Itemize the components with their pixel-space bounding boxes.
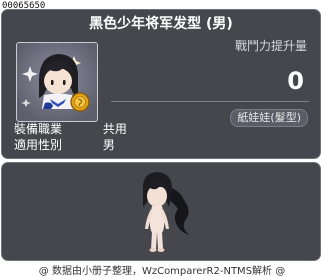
- hairstyle-character-icon: [17, 43, 97, 121]
- stat-divider: [111, 101, 309, 102]
- property-row-gender: 適用性別 男: [14, 136, 115, 153]
- item-tooltip-screen: 00065650 黑色少年将军发型 (男) 戰鬥力提升量 0 紙娃娃(髮型) 裝…: [0, 0, 324, 277]
- footer-credit: @ 数据由小册子整理，WzComparerR2-NTMS解析 @: [38, 266, 286, 277]
- combat-power-label: 戰鬥力提升量: [234, 39, 307, 53]
- character-preview-figure: [142, 172, 190, 252]
- property-key: 裝備職業: [14, 122, 63, 136]
- property-row-job: 裝備職業 共用: [14, 120, 127, 137]
- character-preview-panel: [1, 162, 321, 261]
- property-value: 共用: [102, 122, 127, 136]
- combat-power-value: 0: [287, 67, 304, 95]
- property-value: 男: [102, 138, 115, 152]
- item-title: 黑色少年将军发型 (男): [89, 16, 233, 32]
- category-badge: 紙娃娃(髮型): [230, 109, 308, 127]
- item-icon-frame: [16, 42, 98, 122]
- property-key: 適用性別: [14, 138, 63, 152]
- item-tooltip-panel: 黑色少年将军发型 (男) 戰鬥力提升量 0 紙娃娃(髮型) 裝備職業 共用 適用…: [1, 9, 321, 159]
